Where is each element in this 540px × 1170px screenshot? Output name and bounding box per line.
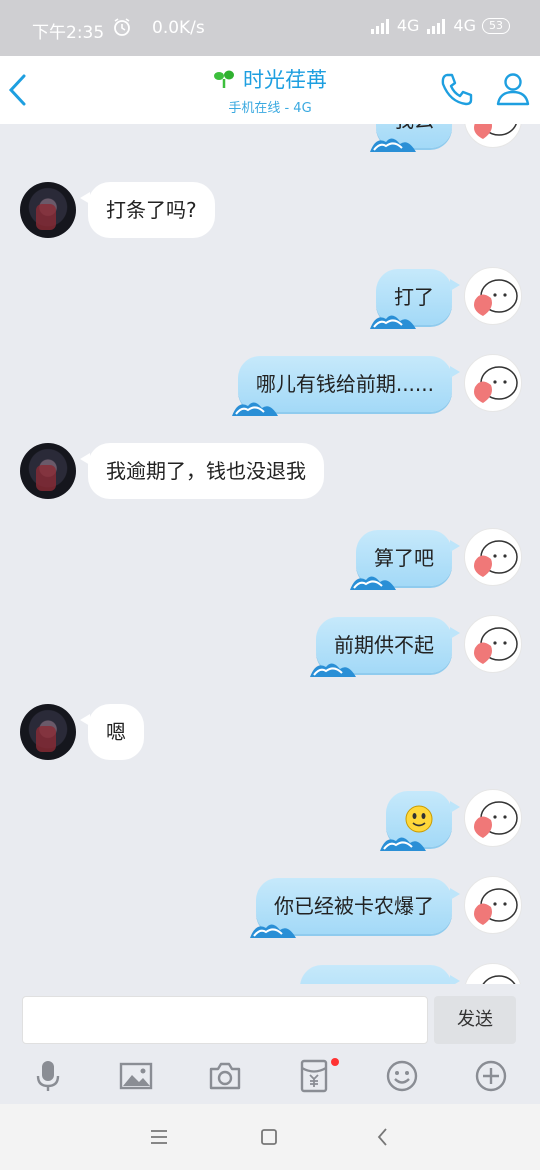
message-bubble-out[interactable]: 前期供不起 [310,617,460,677]
send-button[interactable]: 发送 [434,996,516,1044]
message-row: 我么 [0,124,540,152]
status-bar: 下午2:35 0.0K/s 4G 4G 53 [0,0,540,56]
message-row: 哪儿有钱给前期...... [0,354,540,416]
notification-dot [331,1058,339,1066]
message-input[interactable] [22,996,428,1044]
message-bubble-out[interactable]: 我么 [370,124,452,152]
chat-header: 时光荏苒 手机在线 - 4G [0,56,540,124]
message-row: 打了 [0,267,540,329]
contact-name[interactable]: 时光荏苒 [243,64,327,94]
chat-toolbar [0,1048,540,1104]
network-speed: 0.0K/s [152,18,205,38]
my-avatar[interactable] [464,124,522,148]
message-row: 算了吧 [0,528,540,590]
sprout-icon [214,70,234,88]
sheep-avatar-icon [474,124,517,139]
sheep-avatar-icon [474,627,518,664]
my-avatar[interactable] [464,876,522,934]
plus-icon[interactable] [473,1058,509,1094]
my-avatar[interactable] [464,789,522,847]
message-bubble-out[interactable] [380,791,460,851]
message-row: 打条了吗? [0,180,540,240]
my-avatar[interactable] [464,267,522,325]
battery-level: 53 [482,17,510,34]
system-nav-bar [0,1104,540,1170]
chat-message-list[interactable]: 我么 打条了吗? 打了 哪儿有钱给前期...... 我逾期了，钱也没退我 [0,124,540,984]
message-bubble-in[interactable]: 我逾期了，钱也没退我 [80,443,324,499]
contact-avatar[interactable] [20,182,76,238]
message-bubble-in[interactable]: 嗯 [80,704,144,760]
network-type-2: 4G [453,16,476,35]
sheep-avatar-icon [474,888,518,925]
sheep-avatar-icon [482,975,516,984]
my-avatar[interactable] [464,354,522,412]
back-icon[interactable] [372,1126,394,1148]
my-avatar[interactable] [464,963,522,984]
red-packet-icon[interactable] [296,1058,332,1094]
contact-avatar[interactable] [20,704,76,760]
message-row: 前期供不起 [0,615,540,677]
message-row [0,789,540,851]
signal-icon [370,18,389,34]
message-row: 嗯 [0,702,540,762]
wave-decoration-icon [350,576,396,590]
mic-icon[interactable] [30,1058,66,1094]
contact-avatar[interactable] [20,443,76,499]
message-row: 你已经被卡农爆了 [0,876,540,938]
my-avatar[interactable] [464,615,522,673]
my-avatar[interactable] [464,528,522,586]
menu-icon[interactable] [148,1126,170,1148]
camera-icon[interactable] [207,1058,243,1094]
phone-icon[interactable] [438,70,476,108]
profile-icon[interactable] [494,70,532,108]
wave-decoration-icon [310,663,356,677]
sheep-avatar-icon [474,279,518,316]
input-bar: 发送 [0,984,540,1048]
network-type-1: 4G [396,16,420,35]
wave-decoration-icon [380,837,426,851]
message-bubble-out[interactable]: 打了 [370,269,460,329]
wave-decoration-icon [370,315,416,329]
emoji-icon[interactable] [384,1058,420,1094]
signal-icon-2 [427,18,446,34]
message-row: 我逾期了，钱也没退我 [0,441,540,501]
message-bubble-out[interactable] [300,965,460,984]
wave-decoration-icon [231,402,278,416]
home-icon[interactable] [258,1126,280,1148]
wave-decoration-icon [250,924,296,938]
wave-decoration-icon [370,138,416,152]
status-time: 下午2:35 [32,23,105,43]
message-bubble-out[interactable]: 哪儿有钱给前期...... [231,356,461,416]
image-icon[interactable] [118,1058,154,1094]
message-bubble-out[interactable]: 算了吧 [350,530,460,590]
sheep-avatar-icon [474,540,518,577]
sheep-avatar-icon [474,366,518,403]
alarm-icon [114,18,130,36]
message-bubble-in[interactable]: 打条了吗? [80,182,215,238]
sheep-avatar-icon [474,801,518,838]
message-bubble-out[interactable]: 你已经被卡农爆了 [250,878,460,938]
message-row [0,963,540,984]
